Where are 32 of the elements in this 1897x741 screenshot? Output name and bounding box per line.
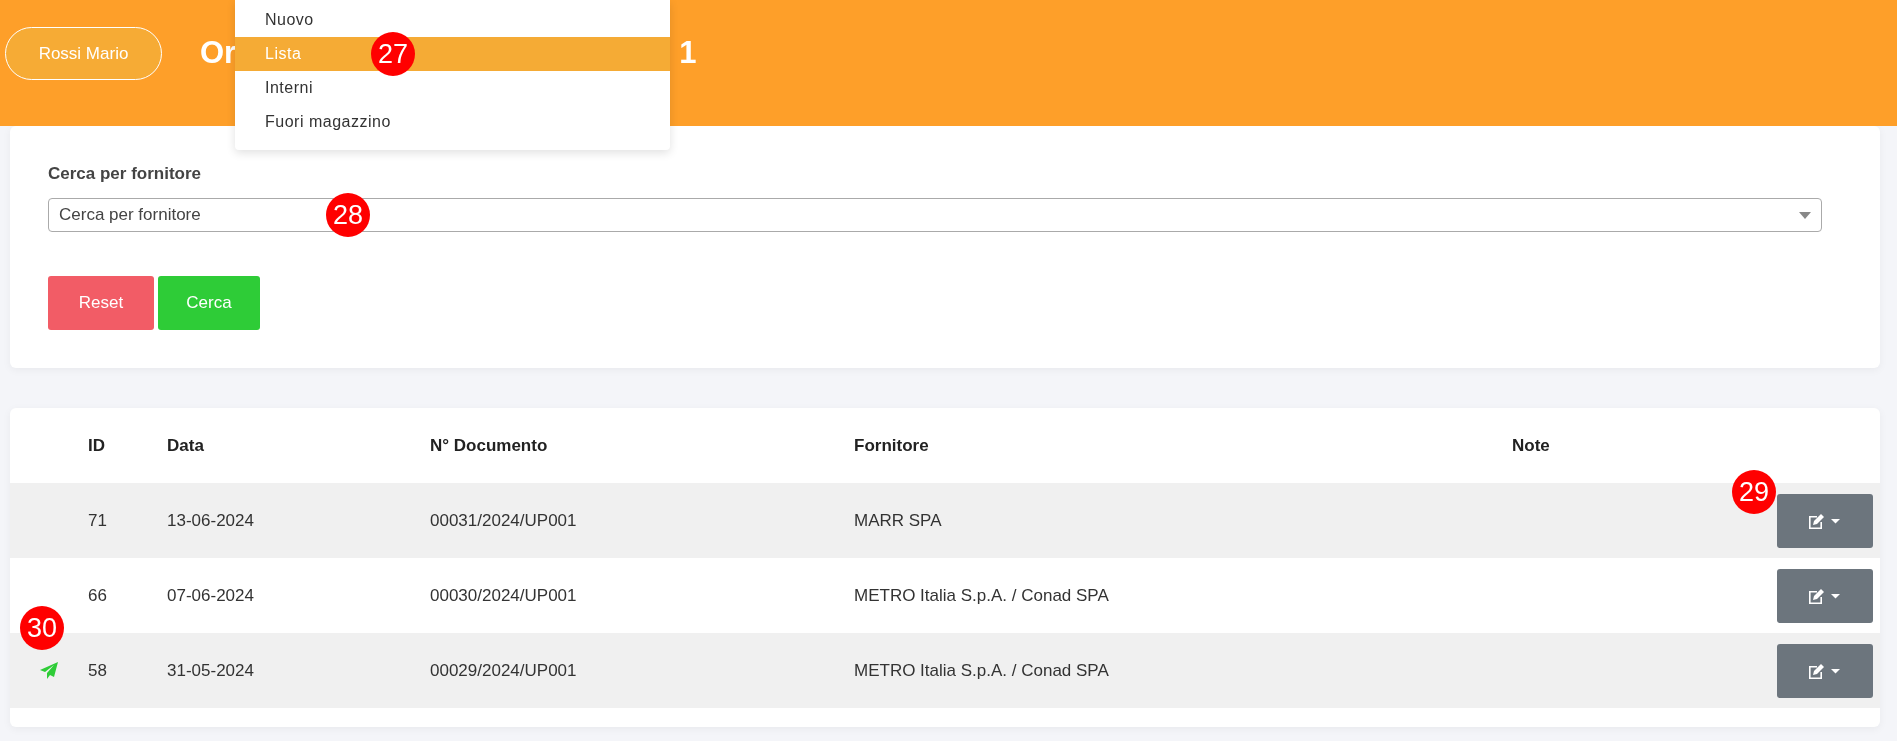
table-cell-text: 00031/2024/UP001 bbox=[430, 510, 578, 531]
page-title: 1 bbox=[679, 35, 697, 71]
column-header: Note bbox=[1512, 435, 1551, 456]
table-cell-text: 71 bbox=[88, 510, 108, 531]
table-cell-text: 07-06-2024 bbox=[167, 585, 255, 606]
table-cell-text: 31-05-2024 bbox=[167, 660, 255, 681]
edit-icon bbox=[1808, 586, 1842, 605]
table-cell-text: 00030/2024/UP001 bbox=[430, 585, 578, 606]
callout-marker: 28 bbox=[326, 193, 370, 237]
column-header: Fornitore bbox=[854, 435, 930, 456]
edit-icon bbox=[1808, 511, 1842, 530]
table-cell-text: 58 bbox=[88, 660, 108, 681]
edit-icon bbox=[1808, 661, 1842, 680]
edit-menu-button[interactable] bbox=[1777, 643, 1873, 698]
caret-icon bbox=[1799, 211, 1811, 219]
table-cell-text: 00029/2024/UP001 bbox=[430, 660, 578, 681]
column-header: N° Documento bbox=[430, 435, 549, 456]
table-cell-text: 13-06-2024 bbox=[167, 510, 255, 531]
page-title: Or bbox=[200, 35, 237, 71]
column-header: Data bbox=[167, 435, 205, 456]
table-cell-text: METRO Italia S.p.A. / Conad SPA bbox=[854, 585, 1110, 606]
edit-menu-button[interactable] bbox=[1777, 493, 1873, 548]
table-cell-text: MARR SPA bbox=[854, 510, 943, 531]
menu-item[interactable]: Fuori magazzino bbox=[235, 105, 670, 139]
field-label: Cerca per fornitore bbox=[48, 164, 203, 184]
callout-marker: 29 bbox=[1732, 470, 1776, 514]
callout-marker: 30 bbox=[20, 606, 64, 650]
edit-menu-button[interactable] bbox=[1777, 568, 1873, 623]
column-header: ID bbox=[88, 435, 106, 456]
callout-marker: 27 bbox=[371, 32, 415, 76]
table-cell-text: 66 bbox=[88, 585, 108, 606]
table-cell-text: METRO Italia S.p.A. / Conad SPA bbox=[854, 660, 1110, 681]
